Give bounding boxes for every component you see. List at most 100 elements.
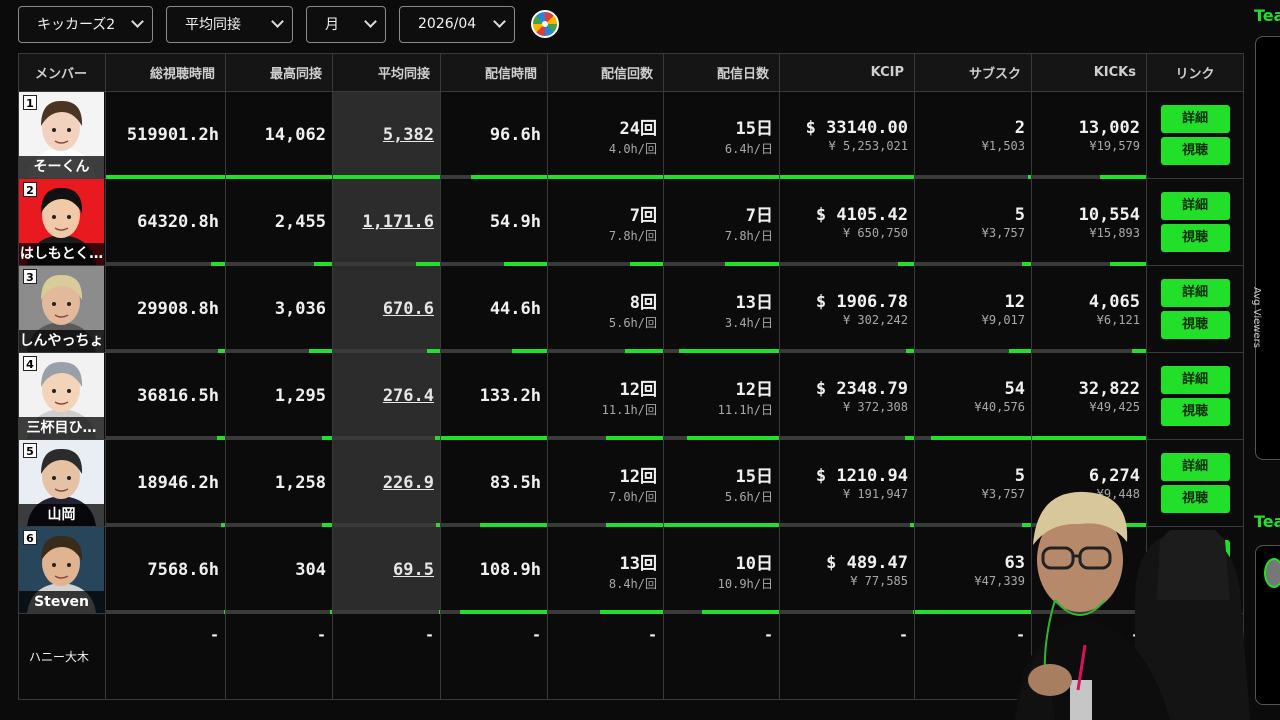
detail-button[interactable]: 詳細 xyxy=(1160,366,1230,394)
group-select[interactable]: キッカーズ2 xyxy=(18,5,153,43)
cell-total-watch: 64320.8h xyxy=(105,178,226,266)
cell-kcip: $ 1906.78 ¥ 302,242 xyxy=(779,265,915,353)
header-hours[interactable]: 配信時間 xyxy=(440,53,548,92)
cell-avg[interactable]: 69.5 xyxy=(332,526,441,614)
member-cell[interactable]: 4 三杯目ひ… xyxy=(18,352,106,440)
total-watch-value: 36816.5h xyxy=(137,386,219,406)
table-row[interactable]: 4 三杯目ひ… 36816.5h 1,295 276.4 133.2h 12回 11.1h/回… xyxy=(18,352,1244,440)
member-cell[interactable]: 6 Steven xyxy=(18,526,106,614)
links-cell: 詳細視聴 xyxy=(1146,178,1244,266)
cell-subs: 54 ¥40,576 xyxy=(914,352,1032,440)
avg-viewers-panel: Avg Viewers xyxy=(1251,36,1280,460)
member-name: 三杯目ひ… xyxy=(19,417,104,439)
cell-kcip: $ 2348.79 ¥ 372,308 xyxy=(779,352,915,440)
cell-kcip: $ 4105.42 ¥ 650,750 xyxy=(779,178,915,266)
links-cell: 詳細視聴 xyxy=(1146,265,1244,353)
member-cell[interactable]: 1 そーくん xyxy=(18,91,106,179)
chevron-down-icon xyxy=(364,15,377,28)
kicks-value: 10,554 xyxy=(1078,204,1140,225)
detail-button[interactable]: 詳細 xyxy=(1160,279,1230,307)
table-row[interactable]: 1 そーくん 519901.2h 14,062 5,382 96.6h 24回 4.0h/回 1… xyxy=(18,91,1244,179)
empty-value: - xyxy=(547,613,664,700)
cell-avg[interactable]: 226.9 xyxy=(332,439,441,527)
header-links: リンク xyxy=(1146,53,1244,92)
peak-value: 1,258 xyxy=(274,473,326,493)
cell-peak: 304 xyxy=(225,526,333,614)
avg-value[interactable]: 1,171.6 xyxy=(362,212,434,232)
watch-button[interactable]: 視聴 xyxy=(1160,137,1230,165)
kcip-value: $ 1906.78 xyxy=(815,291,908,312)
avg-value[interactable]: 5,382 xyxy=(383,125,434,145)
count-value: 24回 xyxy=(619,118,657,139)
empty-value: - xyxy=(440,613,548,700)
kicks-value: 13,002 xyxy=(1078,117,1140,138)
days-value: 12日 xyxy=(735,379,773,400)
header-member[interactable]: メンバー xyxy=(18,53,106,92)
days-sub: 3.4h/日 xyxy=(724,315,773,330)
watch-button[interactable]: 視聴 xyxy=(1160,224,1230,252)
cell-subs: 2 ¥1,503 xyxy=(914,91,1032,179)
chevron-down-icon xyxy=(271,15,284,28)
table-row[interactable]: 3 しんやっちょ 29908.8h 3,036 670.6 44.6h 8回 5.6h/回 13… xyxy=(18,265,1244,353)
detail-button[interactable]: 詳細 xyxy=(1160,453,1230,481)
avg-value[interactable]: 670.6 xyxy=(383,299,434,319)
subs-sub: ¥40,576 xyxy=(974,399,1025,414)
cell-days: 10日 10.9h/日 xyxy=(663,526,780,614)
cell-hours: 44.6h xyxy=(440,265,548,353)
cell-avg[interactable]: 1,171.6 xyxy=(332,178,441,266)
cell-hours: 96.6h xyxy=(440,91,548,179)
count-sub: 7.0h/回 xyxy=(608,489,657,504)
table-row[interactable]: 2 はしもとく… 64320.8h 2,455 1,171.6 54.9h 7回 7.8h/回… xyxy=(18,178,1244,266)
cell-count: 12回 11.1h/回 xyxy=(547,352,664,440)
watch-button[interactable]: 視聴 xyxy=(1160,398,1230,426)
cell-days: 15日 6.4h/日 xyxy=(663,91,780,179)
cell-avg[interactable]: 670.6 xyxy=(332,265,441,353)
days-sub: 11.1h/日 xyxy=(717,402,773,417)
kcip-sub: ¥ 650,750 xyxy=(842,225,908,240)
empty-value: - xyxy=(779,613,915,700)
month-select[interactable]: 2026/04 xyxy=(399,5,515,43)
cell-subs: 12 ¥9,017 xyxy=(914,265,1032,353)
chevron-down-icon xyxy=(131,15,144,28)
header-total-watch[interactable]: 総視聴時間 xyxy=(105,53,226,92)
total-watch-value: 7568.6h xyxy=(147,560,219,580)
header-count[interactable]: 配信回数 xyxy=(547,53,664,92)
header-peak[interactable]: 最高同接 xyxy=(225,53,333,92)
cell-hours: 54.9h xyxy=(440,178,548,266)
header-kcip[interactable]: KCIP xyxy=(779,53,915,92)
member-cell[interactable]: 3 しんやっちょ xyxy=(18,265,106,353)
header-kicks[interactable]: KICKs xyxy=(1031,53,1147,92)
avg-value[interactable]: 69.5 xyxy=(393,560,434,580)
total-watch-value: 18946.2h xyxy=(137,473,219,493)
period-select[interactable]: 月 xyxy=(306,5,386,43)
avatar xyxy=(1264,558,1280,588)
peak-value: 14,062 xyxy=(264,125,326,145)
team-panel xyxy=(1255,545,1280,705)
cell-avg[interactable]: 276.4 xyxy=(332,352,441,440)
days-sub: 7.8h/日 xyxy=(724,228,773,243)
detail-button[interactable]: 詳細 xyxy=(1160,105,1230,133)
member-cell[interactable]: 5 山岡 xyxy=(18,439,106,527)
member-cell[interactable]: 2 はしもとく… xyxy=(18,178,106,266)
cell-kcip: $ 33140.00 ¥ 5,253,021 xyxy=(779,91,915,179)
header-subs[interactable]: サブスク xyxy=(914,53,1032,92)
cell-avg[interactable]: 5,382 xyxy=(332,91,441,179)
avg-value[interactable]: 226.9 xyxy=(383,473,434,493)
kcip-value: $ 2348.79 xyxy=(815,378,908,399)
kicks-value: 32,822 xyxy=(1078,378,1140,399)
avg-value[interactable]: 276.4 xyxy=(383,386,434,406)
cell-days: 7日 7.8h/日 xyxy=(663,178,780,266)
header-avg[interactable]: 平均同接 xyxy=(332,53,441,92)
peak-value: 3,036 xyxy=(274,299,326,319)
cell-kicks: 13,002 ¥19,579 xyxy=(1031,91,1147,179)
header-days[interactable]: 配信日数 xyxy=(663,53,780,92)
links-cell: 詳細視聴 xyxy=(1146,352,1244,440)
detail-button[interactable]: 詳細 xyxy=(1160,192,1230,220)
member-name: 山岡 xyxy=(19,504,104,526)
hours-value: 133.2h xyxy=(479,386,541,406)
subs-sub: ¥9,017 xyxy=(981,312,1025,327)
total-watch-value: 29908.8h xyxy=(137,299,219,319)
watch-button[interactable]: 視聴 xyxy=(1160,311,1230,339)
metric-select[interactable]: 平均同接 xyxy=(166,5,293,43)
roulette-wheel-icon[interactable] xyxy=(531,10,559,38)
